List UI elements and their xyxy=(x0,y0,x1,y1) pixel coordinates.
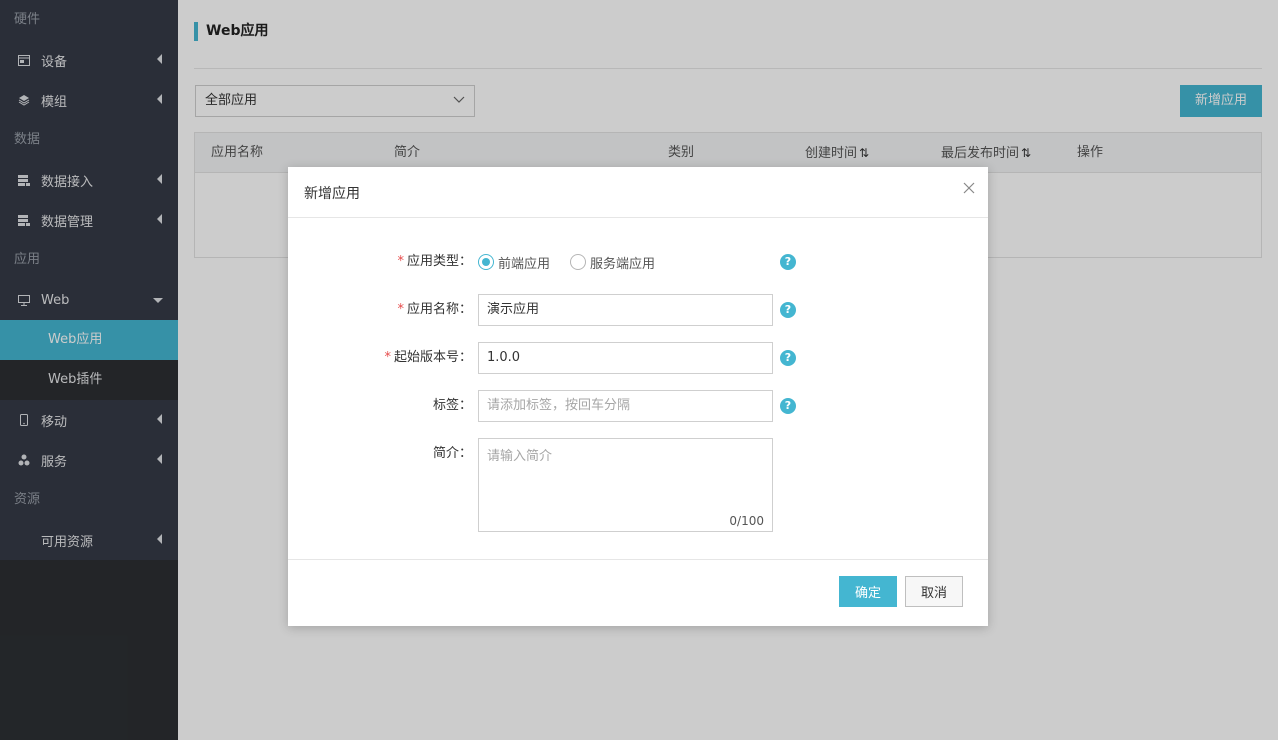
app-name-row: * 应用名称： 演示应用 ? xyxy=(288,294,988,326)
help-icon[interactable]: ? xyxy=(780,302,796,318)
close-icon[interactable] xyxy=(962,181,976,195)
radio-unchecked-icon xyxy=(570,254,587,270)
app-name-label: * 应用名称： xyxy=(397,294,472,326)
radio-label: 前端应用 xyxy=(498,256,551,272)
tags-input[interactable]: 请添加标签，按回车分隔 xyxy=(478,390,773,422)
description-textarea[interactable]: 请输入简介 0/100 xyxy=(478,438,773,532)
char-counter: 0/100 xyxy=(729,514,764,528)
dialog-title: 新增应用 xyxy=(304,186,360,202)
textarea-placeholder: 请输入简介 xyxy=(487,449,553,464)
app-type-label: * 应用类型： xyxy=(397,246,472,278)
help-icon[interactable]: ? xyxy=(780,398,796,414)
cancel-button[interactable]: 取消 xyxy=(905,576,963,607)
tags-label: 标签： xyxy=(432,398,472,413)
radio-server-app[interactable]: 服务端应用 xyxy=(570,253,655,272)
radio-label: 服务端应用 xyxy=(590,256,656,272)
required-mark: * xyxy=(397,254,404,269)
required-mark: * xyxy=(384,350,391,365)
label-text: 起始版本号： xyxy=(393,350,472,365)
description-label: 简介： xyxy=(432,446,472,461)
app-name-input[interactable]: 演示应用 xyxy=(478,294,773,326)
dialog-header: 新增应用 xyxy=(288,167,988,218)
radio-checked-icon xyxy=(478,254,494,270)
version-row: * 起始版本号： 1.0.0 ? xyxy=(288,342,988,374)
app-type-row: * 应用类型： 前端应用 服务端应用 ? xyxy=(288,246,988,278)
help-icon[interactable]: ? xyxy=(780,254,796,270)
tags-row: 标签： 请添加标签，按回车分隔 ? xyxy=(288,390,988,422)
label-text: 应用类型： xyxy=(406,254,472,269)
confirm-button[interactable]: 确定 xyxy=(839,576,897,607)
version-label: * 起始版本号： xyxy=(384,342,472,374)
description-row: 简介： 请输入简介 0/100 xyxy=(288,438,988,532)
version-input[interactable]: 1.0.0 xyxy=(478,342,773,374)
label-text: 应用名称： xyxy=(406,302,472,317)
help-icon[interactable]: ? xyxy=(780,350,796,366)
required-mark: * xyxy=(397,302,404,317)
radio-frontend-app[interactable]: 前端应用 xyxy=(478,253,550,272)
dialog-footer: 确定 取消 xyxy=(288,559,988,626)
add-app-dialog: 新增应用 * 应用类型： 前端应用 服务端应用 ? * 应用名称： 演示应用 ? *… xyxy=(288,167,988,626)
app-type-radio-group: 前端应用 服务端应用 xyxy=(478,246,675,278)
